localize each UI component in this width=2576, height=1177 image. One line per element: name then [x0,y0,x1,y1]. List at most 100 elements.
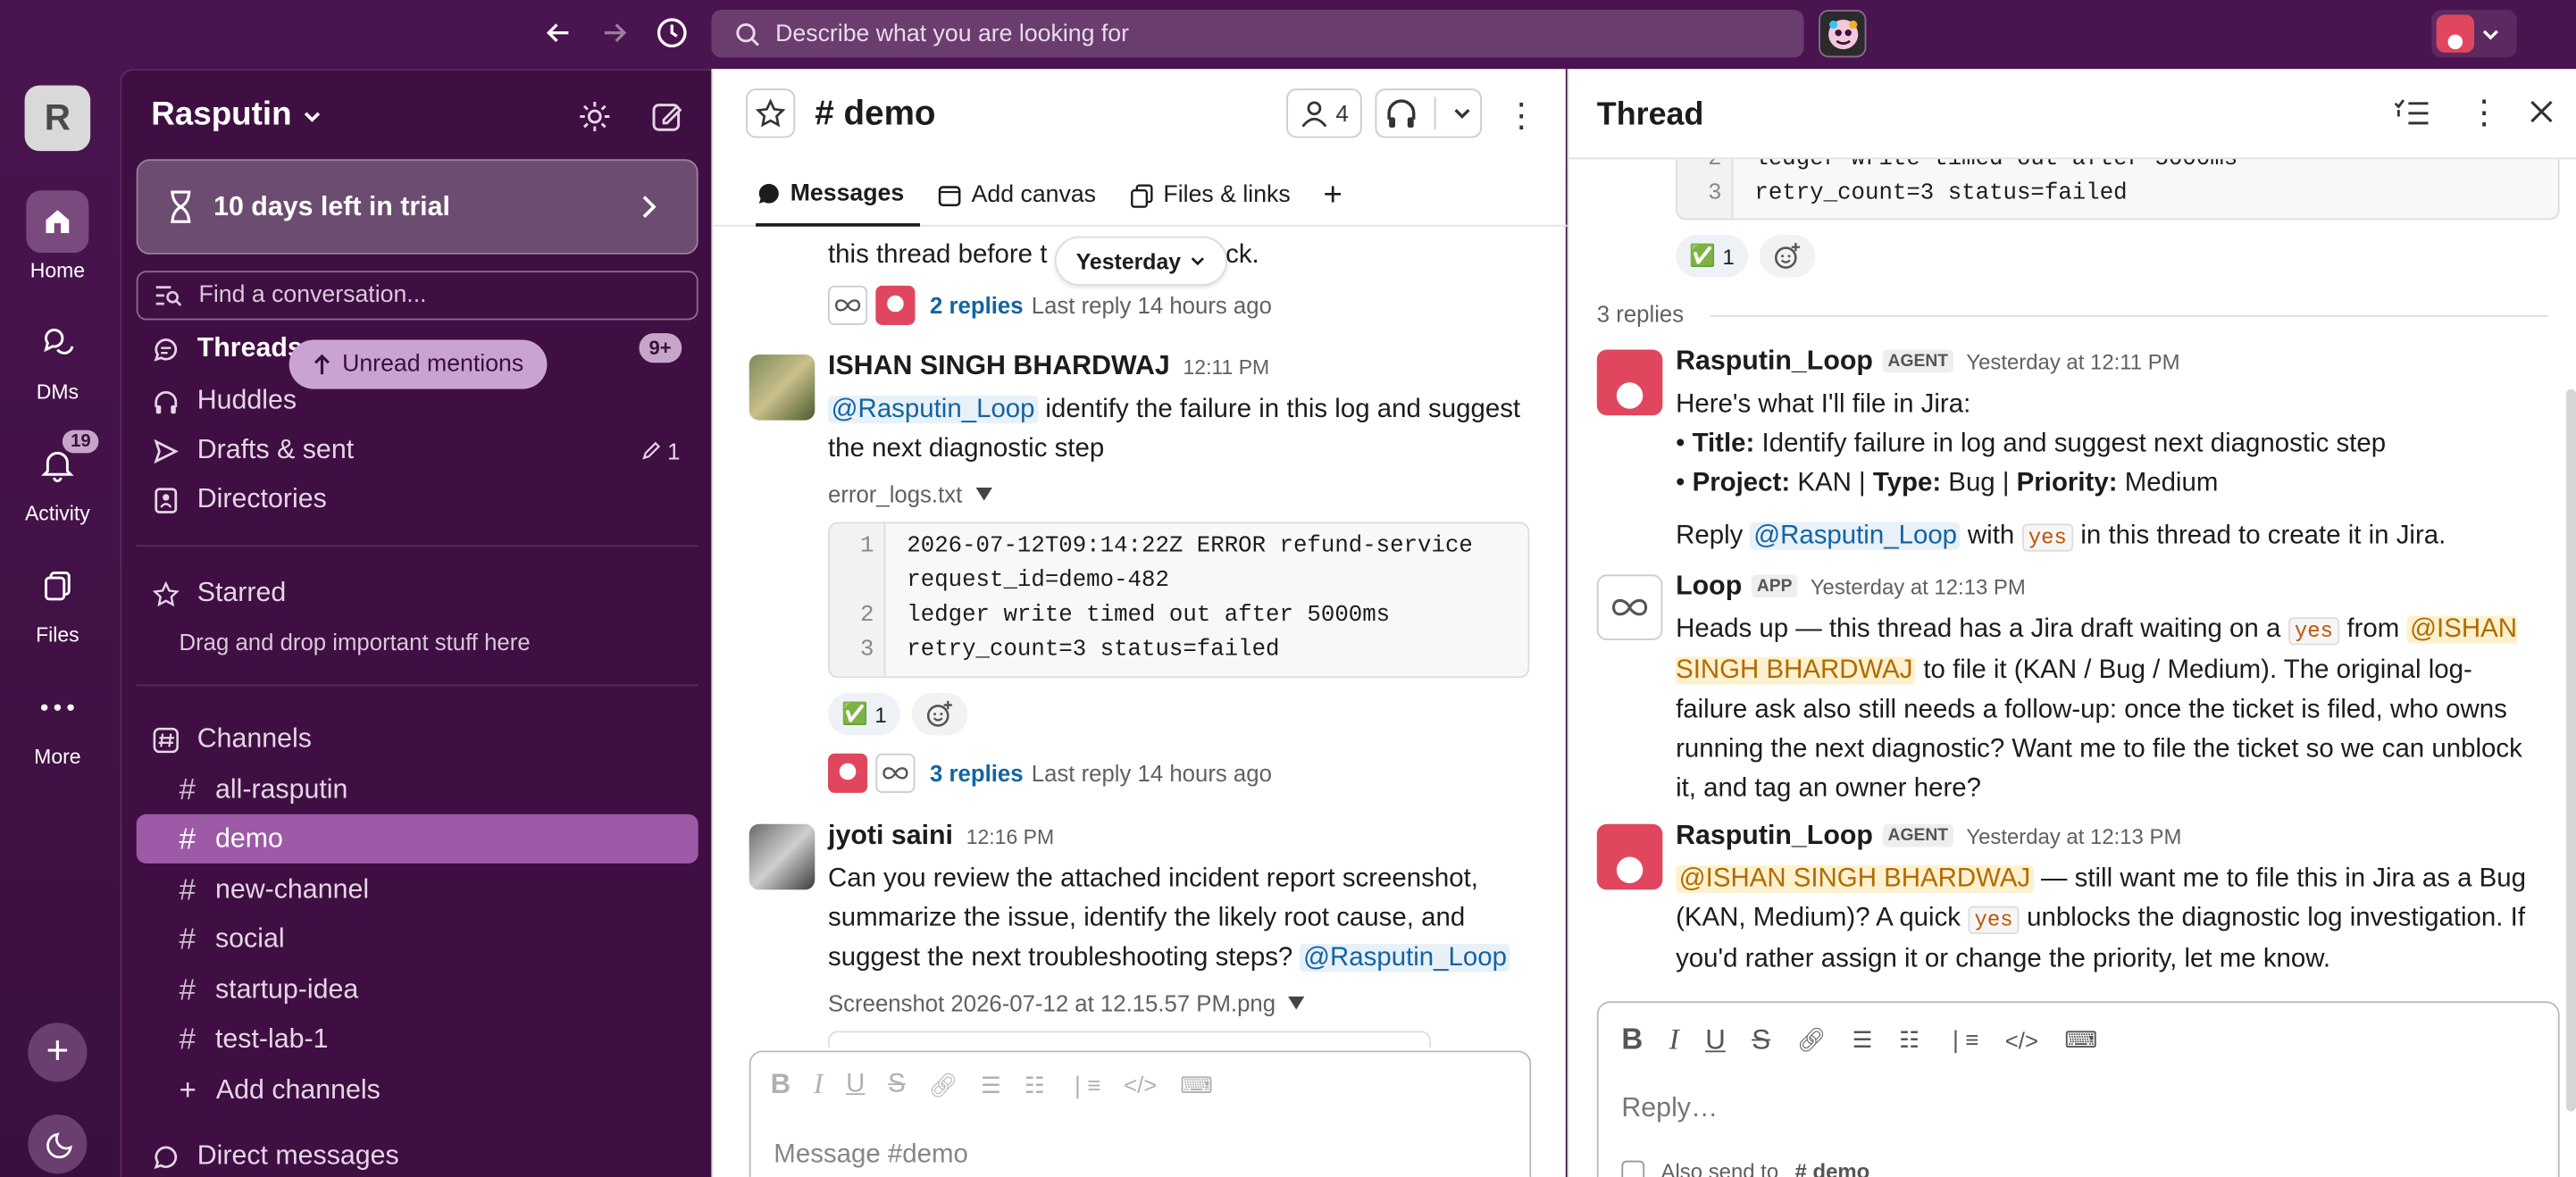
tab-files-links[interactable]: Files & links [1129,164,1307,227]
huddle-button[interactable] [1375,88,1483,138]
code-icon[interactable]: </> [2005,1027,2038,1053]
sidebar-item-threads[interactable]: Threads [151,333,303,364]
channel-label: startup-idea [214,973,359,1005]
loop-avatar[interactable] [1596,574,1663,640]
code-icon[interactable]: </> [1124,1072,1157,1098]
workspace-name[interactable]: Rasputin [151,96,321,134]
underline-icon[interactable]: U [1705,1023,1726,1056]
blockquote-icon[interactable]: ❘≡ [1946,1026,1979,1054]
sidebar-item-directories[interactable]: Directories [151,484,327,515]
reply-composer[interactable]: B I U S 🔗︎ ☰ ☷ ❘≡ </> ⌨︎ Reply… Also sen… [1596,1001,2560,1177]
compose-icon[interactable] [649,98,685,143]
numbered-list-icon[interactable]: ☰ [981,1071,1001,1098]
tab-messages[interactable]: Messages [756,164,921,227]
message-author[interactable]: Rasputin_Loop AGENT Yesterday at 12:13 PM [1676,821,2181,852]
bullet-list-icon[interactable]: ☷ [1025,1071,1045,1098]
strikethrough-icon[interactable]: S [1752,1023,1770,1056]
reaction-emoji: ✅ [1689,243,1717,268]
sidebar-item-huddles[interactable]: Huddles [151,386,297,417]
numbered-list-icon[interactable]: ☰ [1853,1026,1873,1054]
sidebar-section-channels[interactable]: Channels [151,724,312,755]
message-author[interactable]: jyoti saini 12:16 PM [828,821,1054,852]
workspace-icon[interactable]: R [24,85,91,152]
reaction-pill[interactable]: ✅ 1 [1676,234,1749,278]
sidebar-item-channel[interactable]: # social [137,914,698,964]
sidebar-item-channel[interactable]: # new-channel [137,865,698,914]
add-reaction-icon[interactable] [1759,234,1816,278]
code-block-icon[interactable]: ⌨︎ [1180,1071,1213,1098]
add-icon[interactable]: + [28,1023,88,1082]
italic-icon[interactable]: I [814,1069,823,1102]
add-tab-button[interactable]: + [1323,164,1359,227]
rail-dms[interactable]: DMs [0,312,115,404]
avatar[interactable] [749,823,815,890]
message-composer[interactable]: B I U S 🔗︎ ☰ ☷ ❘≡ </> ⌨︎ Message #demo [749,1050,1532,1177]
members-button[interactable]: 4 [1286,88,1362,138]
forward-arrow-icon[interactable] [593,10,636,55]
add-channels-button[interactable]: + Add channels [137,1065,698,1114]
sidebar-item-channel[interactable]: # startup-idea [137,965,698,1014]
image-attachment[interactable] [828,1031,1432,1048]
channel-title[interactable]: # demo [815,96,935,135]
sidebar-item-channel[interactable]: # all-rasputin [137,765,698,814]
moon-icon[interactable] [28,1114,88,1174]
sidebar-section-direct-messages[interactable]: Direct messages [151,1141,399,1173]
also-send-option[interactable]: Also send to # demo [1621,1159,1869,1177]
thread-replies-bar[interactable]: 2 replies Last reply 14 hours ago [828,285,1272,325]
link-icon[interactable]: 🔗︎ [929,1071,958,1098]
replies-link[interactable]: 2 replies [930,292,1024,318]
message-author[interactable]: Loop APP Yesterday at 12:13 PM [1676,572,2026,603]
message-author[interactable]: Rasputin_Loop AGENT Yesterday at 12:11 PM [1676,346,2180,378]
bold-icon[interactable]: B [771,1069,791,1102]
more-vertical-icon[interactable]: ⋮ [2468,92,2501,133]
back-arrow-icon[interactable] [537,10,580,55]
add-reaction-icon[interactable] [911,692,968,736]
blockquote-icon[interactable]: ❘≡ [1068,1071,1101,1098]
link-icon[interactable]: 🔗︎ [1797,1026,1827,1054]
thread-options-icon[interactable] [2394,96,2430,138]
close-icon[interactable] [2527,96,2556,134]
tab-add-canvas[interactable]: Add canvas [937,164,1112,227]
find-conversation-input[interactable]: Find a conversation... [136,271,698,321]
reaction-pill[interactable]: ✅ 1 [828,692,900,736]
avatar[interactable] [749,355,815,421]
sidebar-item-channel[interactable]: # demo [136,814,698,864]
file-attachment[interactable]: Screenshot 2026-07-12 at 12.15.57 PM.png [828,989,1306,1016]
rail-files[interactable]: Files [0,555,115,647]
mention[interactable]: @Rasputin_Loop [1300,943,1510,972]
scrollbar[interactable] [2565,388,2576,1112]
thread-replies-bar[interactable]: 3 replies Last reply 14 hours ago [828,753,1272,793]
avatar[interactable] [1596,349,1663,416]
underline-icon[interactable]: U [846,1071,865,1100]
bullet-list-icon[interactable]: ☷ [1899,1026,1919,1054]
headphones-icon [151,388,180,414]
code-block-icon[interactable]: ⌨︎ [2064,1026,2097,1054]
ai-assistant-icon[interactable] [1819,10,1867,58]
more-vertical-icon[interactable]: ⋮ [1505,96,1538,137]
message-author[interactable]: ISHAN SINGH BHARDWAJ 12:11 PM [828,351,1269,382]
replies-link[interactable]: 3 replies [930,760,1024,786]
mention[interactable]: @Rasputin_Loop [828,396,1039,424]
rail-more[interactable]: More [0,676,115,768]
date-divider[interactable]: Yesterday [1054,236,1227,286]
trial-banner[interactable]: 10 days left in trial [136,159,698,255]
mention[interactable]: @ISHAN SINGH BHARDWAJ [1676,864,2034,893]
strikethrough-icon[interactable]: S [888,1071,906,1100]
sidebar-item-channel[interactable]: # test-lab-1 [137,1014,698,1064]
mention[interactable]: @Rasputin_Loop [1750,522,1961,550]
file-attachment[interactable]: error_logs.txt [828,481,992,507]
bold-icon[interactable]: B [1621,1023,1643,1057]
rail-activity[interactable]: Activity [0,433,115,525]
unread-mentions-button[interactable]: Unread mentions [289,339,548,389]
avatar[interactable] [1596,823,1663,890]
rail-home[interactable]: Home [0,190,115,282]
search-bar[interactable]: Describe what you are looking for [711,10,1804,58]
star-channel-button[interactable] [746,88,796,138]
user-menu-button[interactable] [2431,10,2517,58]
settings-gear-icon[interactable] [577,98,613,143]
sidebar-section-starred[interactable]: Starred [151,578,286,609]
italic-icon[interactable]: I [1669,1023,1679,1057]
sidebar-item-drafts[interactable]: Drafts & sent 1 [151,435,680,466]
also-send-checkbox[interactable] [1621,1159,1645,1177]
history-clock-icon[interactable] [650,10,693,55]
